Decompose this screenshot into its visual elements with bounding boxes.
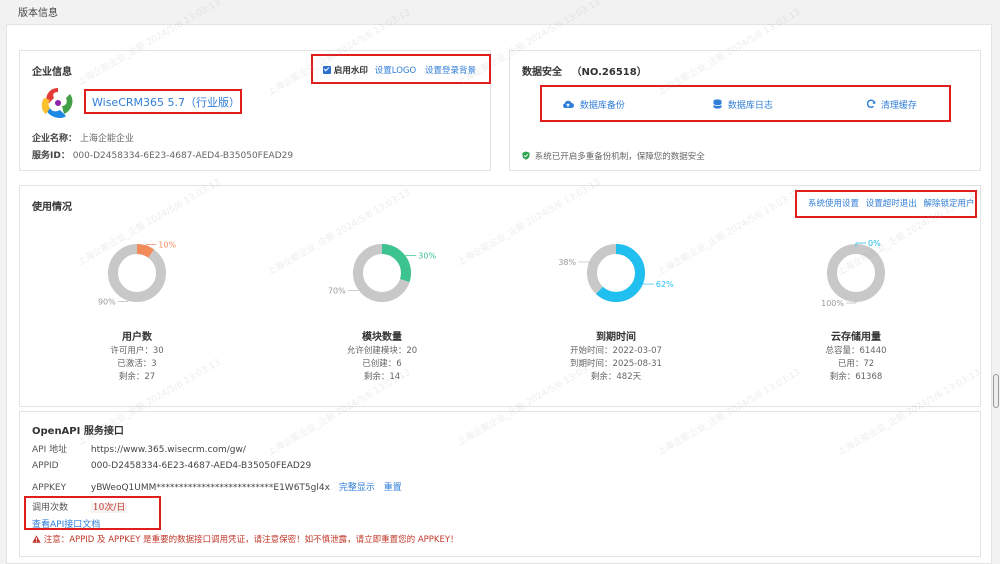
usage-panel: 使用情况 系统使用设置 设置超时退出 解除锁定用户 10% 90% 用户数许可用户：… xyxy=(19,185,981,407)
donut-used-label: 0% xyxy=(868,239,881,248)
donut-chart: 62% 38% xyxy=(558,244,674,302)
stat-detail: 剩余：14 xyxy=(363,372,401,382)
db-log-button[interactable]: 数据库日志 xyxy=(713,98,773,111)
company-name-value: 上海企能企业 xyxy=(79,134,134,144)
stat-title: 模块数量 xyxy=(362,332,402,343)
company-info-header: 企业信息 xyxy=(32,67,72,78)
donut-chart: 10% 90% xyxy=(98,240,177,307)
system-usage-settings-link[interactable]: 系统使用设置 xyxy=(808,199,859,209)
company-logo xyxy=(41,88,73,118)
donut-rest-label: 38% xyxy=(558,258,576,267)
api-address-label: API 地址 xyxy=(32,445,68,455)
company-name-label: 企业名称： xyxy=(32,134,78,144)
scrollbar-thumb[interactable] xyxy=(993,374,999,408)
service-id-value: 000-D2458334-6E23-4687-AED4-B35050FEAD29 xyxy=(72,151,294,161)
reset-appkey-link[interactable]: 重置 xyxy=(384,483,402,493)
product-version[interactable]: WiseCRM365 5.7（行业版） xyxy=(92,94,240,110)
api-address-value: https://www.365.wisecrm.com/gw/ xyxy=(90,445,246,455)
clear-cache-label: 清理缓存 xyxy=(880,101,917,111)
data-security-header: 数据安全 xyxy=(522,67,562,78)
stat-title: 用户数 xyxy=(122,332,152,343)
donut-remaining-slice xyxy=(827,244,885,302)
stat-detail: 剩余：27 xyxy=(118,372,156,382)
clear-cache-button[interactable]: 清理缓存 xyxy=(866,98,917,111)
warning-icon xyxy=(32,535,41,543)
donut-rest-label: 70% xyxy=(328,287,346,296)
appid-label: APPID xyxy=(32,461,59,471)
db-log-label: 数据库日志 xyxy=(727,101,773,111)
stat-detail: 已用：72 xyxy=(837,359,875,369)
stat-detail: 允许创建模块：20 xyxy=(346,346,418,356)
unlock-users-link[interactable]: 解除锁定用户 xyxy=(923,199,974,209)
set-logo-link[interactable]: 设置LOGO xyxy=(375,66,416,76)
db-backup-label: 数据库备份 xyxy=(579,101,625,111)
stat-detail: 总容量：61440 xyxy=(825,346,887,356)
data-security-code: （NO.26518） xyxy=(571,67,647,78)
stat-detail: 到期时间：2025-08-31 xyxy=(570,359,662,369)
appkey-warning: 注意：APPID 及 APPKEY 是重要的数据接口调用凭证，请注意保密！如不慎… xyxy=(43,535,459,545)
stat-detail: 剩余：482天 xyxy=(590,372,642,382)
set-login-bg-link[interactable]: 设置登录背景 xyxy=(425,66,476,76)
api-doc-link[interactable]: 查看API接口文档 xyxy=(32,517,100,530)
show-full-link[interactable]: 完整显示 xyxy=(339,483,375,493)
cloud-upload-icon xyxy=(563,100,574,108)
refresh-icon xyxy=(866,99,876,108)
shield-check-icon xyxy=(522,151,530,160)
stat-detail: 剩余：61368 xyxy=(829,372,883,382)
call-count-value: 10次/日 xyxy=(90,503,128,513)
data-security-panel: 数据安全 （NO.26518） 数据库备份 数据库日志 清理缓存 系统已开启多重… xyxy=(509,50,981,171)
db-backup-button[interactable]: 数据库备份 xyxy=(562,98,625,111)
service-id-label: 服务ID： xyxy=(32,151,70,161)
donut-used-label: 62% xyxy=(656,280,674,289)
donut-chart: 0% 100% xyxy=(821,239,885,308)
main-content: 企业信息 启用水印 设置LOGO 设置登录背景 WiseCRM365 5.7（行… xyxy=(6,0,992,564)
donut-used-label: 10% xyxy=(158,240,176,249)
watermark-label: 启用水印 xyxy=(333,66,368,76)
stat-detail: 开始时间：2022-03-07 xyxy=(570,346,662,356)
appid-value: 000-D2458334-6E23-4687-AED4-B35050FEAD29 xyxy=(90,461,312,471)
donut-rest-label: 100% xyxy=(821,299,844,308)
timeout-logout-link[interactable]: 设置超时退出 xyxy=(866,199,917,209)
openapi-panel: OpenAPI 服务接口 API 地址 https://www.365.wise… xyxy=(19,411,981,557)
stat-detail: 已激活：3 xyxy=(117,359,157,369)
donut-chart: 30% 70% xyxy=(328,244,436,302)
stat-detail: 已创建：6 xyxy=(362,359,402,369)
company-info-panel: 企业信息 启用水印 设置LOGO 设置登录背景 WiseCRM365 5.7（行… xyxy=(19,50,491,171)
usage-header: 使用情况 xyxy=(32,202,72,213)
appkey-label: APPKEY xyxy=(32,483,67,493)
watermark-checkbox[interactable] xyxy=(323,66,331,74)
call-count-label: 调用次数 xyxy=(32,503,69,513)
openapi-header: OpenAPI 服务接口 xyxy=(32,426,124,437)
donut-rest-label: 90% xyxy=(98,298,116,307)
page-title: 版本信息 xyxy=(18,8,58,19)
stat-detail: 许可用户：30 xyxy=(110,346,164,356)
appkey-value: yBWeoQ1UMM**************************E1W6… xyxy=(90,483,330,493)
security-note: 系统已开启多重备份机制，保障您的数据安全 xyxy=(534,152,705,162)
stat-title: 云存储用量 xyxy=(831,332,881,343)
donut-remaining-slice xyxy=(108,244,166,302)
database-icon xyxy=(713,99,722,109)
top-bar: 版本信息 xyxy=(0,0,1000,22)
donut-used-label: 30% xyxy=(418,251,436,260)
stat-title: 到期时间 xyxy=(596,332,636,343)
